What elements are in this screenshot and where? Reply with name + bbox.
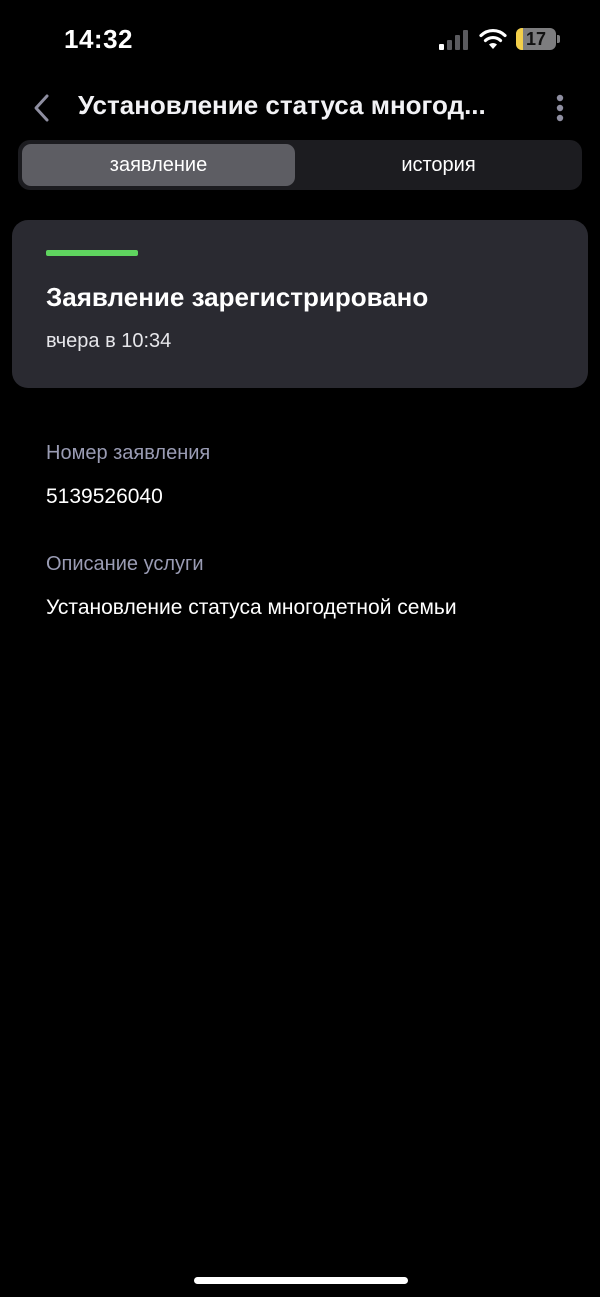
status-timestamp: вчера в 10:34	[46, 330, 172, 352]
service-description-label: Описание услуги	[46, 553, 204, 575]
status-title: Заявление зарегистрировано	[46, 282, 429, 312]
back-button[interactable]	[22, 88, 62, 128]
cellular-signal-icon	[439, 30, 468, 50]
chevron-left-icon	[34, 94, 49, 122]
tab-history[interactable]: история	[299, 144, 578, 186]
application-number-label: Номер заявления	[46, 442, 211, 464]
tab-statement[interactable]: заявление	[22, 144, 295, 186]
more-vertical-icon	[556, 94, 564, 122]
home-indicator[interactable]	[194, 1277, 408, 1284]
service-description-value: Установление статуса многодетной семьи	[46, 596, 457, 619]
status-progress-indicator	[46, 250, 138, 256]
battery-level-text: 17	[525, 29, 547, 49]
status-bar: 14:32 17	[0, 0, 600, 80]
more-options-button[interactable]	[546, 88, 574, 128]
status-card: Заявление зарегистрировано вчера в 10:34	[12, 220, 588, 388]
wifi-icon	[479, 28, 507, 49]
application-number-value: 5139526040	[46, 485, 163, 508]
header-bar: Установление статуса многод...	[0, 80, 600, 134]
page-title: Установление статуса многод...	[78, 90, 486, 120]
status-time: 14:32	[64, 24, 133, 54]
battery-icon: 17	[516, 28, 556, 50]
battery-cap	[557, 35, 560, 43]
segmented-tabs: заявление история	[18, 140, 582, 190]
